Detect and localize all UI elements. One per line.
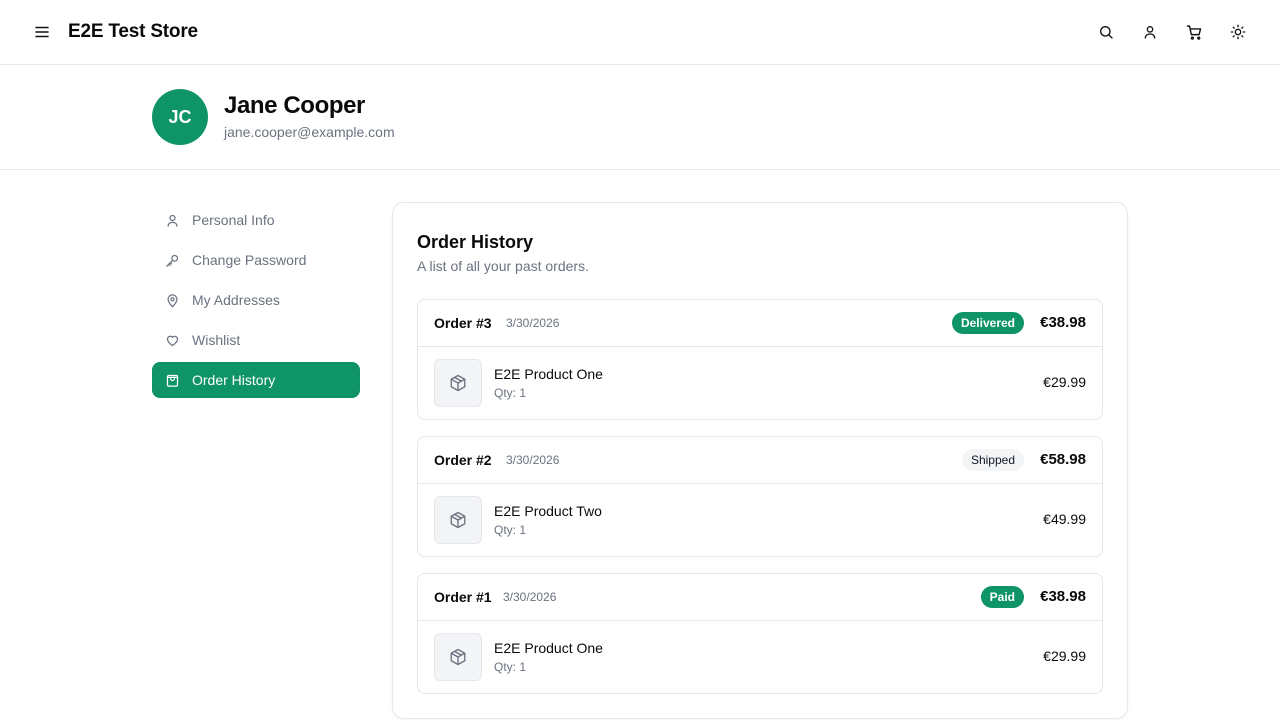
top-navbar: E2E Test Store — [0, 0, 1280, 65]
order-number: Order #1 — [434, 589, 492, 605]
cart-icon — [1186, 24, 1201, 40]
sidebar-item-my-addresses[interactable]: My Addresses — [152, 282, 360, 318]
product-qty: Qty: 1 — [494, 523, 527, 537]
product-price: €49.99 — [1043, 511, 1086, 527]
account-button[interactable] — [1138, 20, 1162, 44]
sidebar-item-label: Order History — [192, 372, 276, 388]
order-card[interactable]: Order #3 3/30/2026 Delivered €38.98 E2E … — [417, 299, 1103, 420]
product-name: E2E Product One — [494, 366, 603, 382]
menu-icon — [35, 26, 49, 38]
order-history-card: Order History A list of all your past or… — [392, 202, 1128, 719]
product-price: €29.99 — [1043, 648, 1086, 664]
avatar: JC — [152, 89, 208, 145]
product-thumbnail — [434, 496, 482, 544]
profile-header: JC Jane Cooper jane.cooper@example.com — [0, 65, 1280, 170]
sidebar-item-change-password[interactable]: Change Password — [152, 242, 360, 278]
heart-icon — [164, 332, 180, 348]
package-icon — [450, 511, 466, 529]
menu-button[interactable] — [30, 20, 54, 44]
shopping-bag-icon — [164, 372, 180, 388]
sidebar-item-wishlist[interactable]: Wishlist — [152, 322, 360, 358]
product-name: E2E Product One — [494, 640, 603, 656]
sidebar-item-personal-info[interactable]: Personal Info — [152, 202, 360, 238]
order-number: Order #3 — [434, 315, 492, 331]
cart-button[interactable] — [1182, 20, 1206, 44]
product-qty: Qty: 1 — [494, 660, 527, 674]
package-icon — [450, 374, 466, 392]
user-name: Jane Cooper — [224, 92, 365, 119]
order-total: €58.98 — [1040, 451, 1086, 468]
order-number: Order #2 — [434, 452, 492, 468]
theme-toggle[interactable] — [1226, 20, 1250, 44]
order-header: Order #2 3/30/2026 Shipped €58.98 — [418, 437, 1102, 484]
user-icon — [164, 212, 180, 228]
user-email: jane.cooper@example.com — [224, 124, 395, 140]
status-badge: Paid — [980, 586, 1024, 608]
card-subtitle: A list of all your past orders. — [417, 258, 589, 274]
sidebar-item-order-history[interactable]: Order History — [152, 362, 360, 398]
sun-icon — [1230, 24, 1246, 40]
status-badge: Delivered — [951, 312, 1024, 334]
product-name: E2E Product Two — [494, 503, 602, 519]
order-date: 3/30/2026 — [506, 453, 560, 467]
sidebar-item-label: Personal Info — [192, 212, 275, 228]
order-total: €38.98 — [1040, 588, 1086, 605]
product-price: €29.99 — [1043, 374, 1086, 390]
search-button[interactable] — [1094, 20, 1118, 44]
order-card[interactable]: Order #2 3/30/2026 Shipped €58.98 E2E Pr… — [417, 436, 1103, 557]
order-date: 3/30/2026 — [506, 316, 560, 330]
order-total: €38.98 — [1040, 314, 1086, 331]
sidebar-item-label: Wishlist — [192, 332, 241, 348]
product-thumbnail — [434, 359, 482, 407]
order-header: Order #3 3/30/2026 Delivered €38.98 — [418, 300, 1102, 347]
order-header: Order #1 3/30/2026 Paid €38.98 — [418, 574, 1102, 621]
user-icon — [1144, 26, 1156, 39]
card-title: Order History — [417, 232, 534, 252]
store-brand[interactable]: E2E Test Store — [68, 21, 198, 43]
map-pin-icon — [164, 292, 180, 308]
order-date: 3/30/2026 — [503, 590, 557, 604]
product-qty: Qty: 1 — [494, 386, 527, 400]
product-thumbnail — [434, 633, 482, 681]
sidebar-item-label: My Addresses — [192, 292, 280, 308]
status-badge: Shipped — [961, 449, 1024, 471]
package-icon — [450, 648, 466, 666]
search-icon — [1100, 26, 1113, 39]
sidebar-item-label: Change Password — [192, 252, 307, 268]
order-card[interactable]: Order #1 3/30/2026 Paid €38.98 E2E Produ… — [417, 573, 1103, 694]
key-icon — [164, 252, 180, 268]
